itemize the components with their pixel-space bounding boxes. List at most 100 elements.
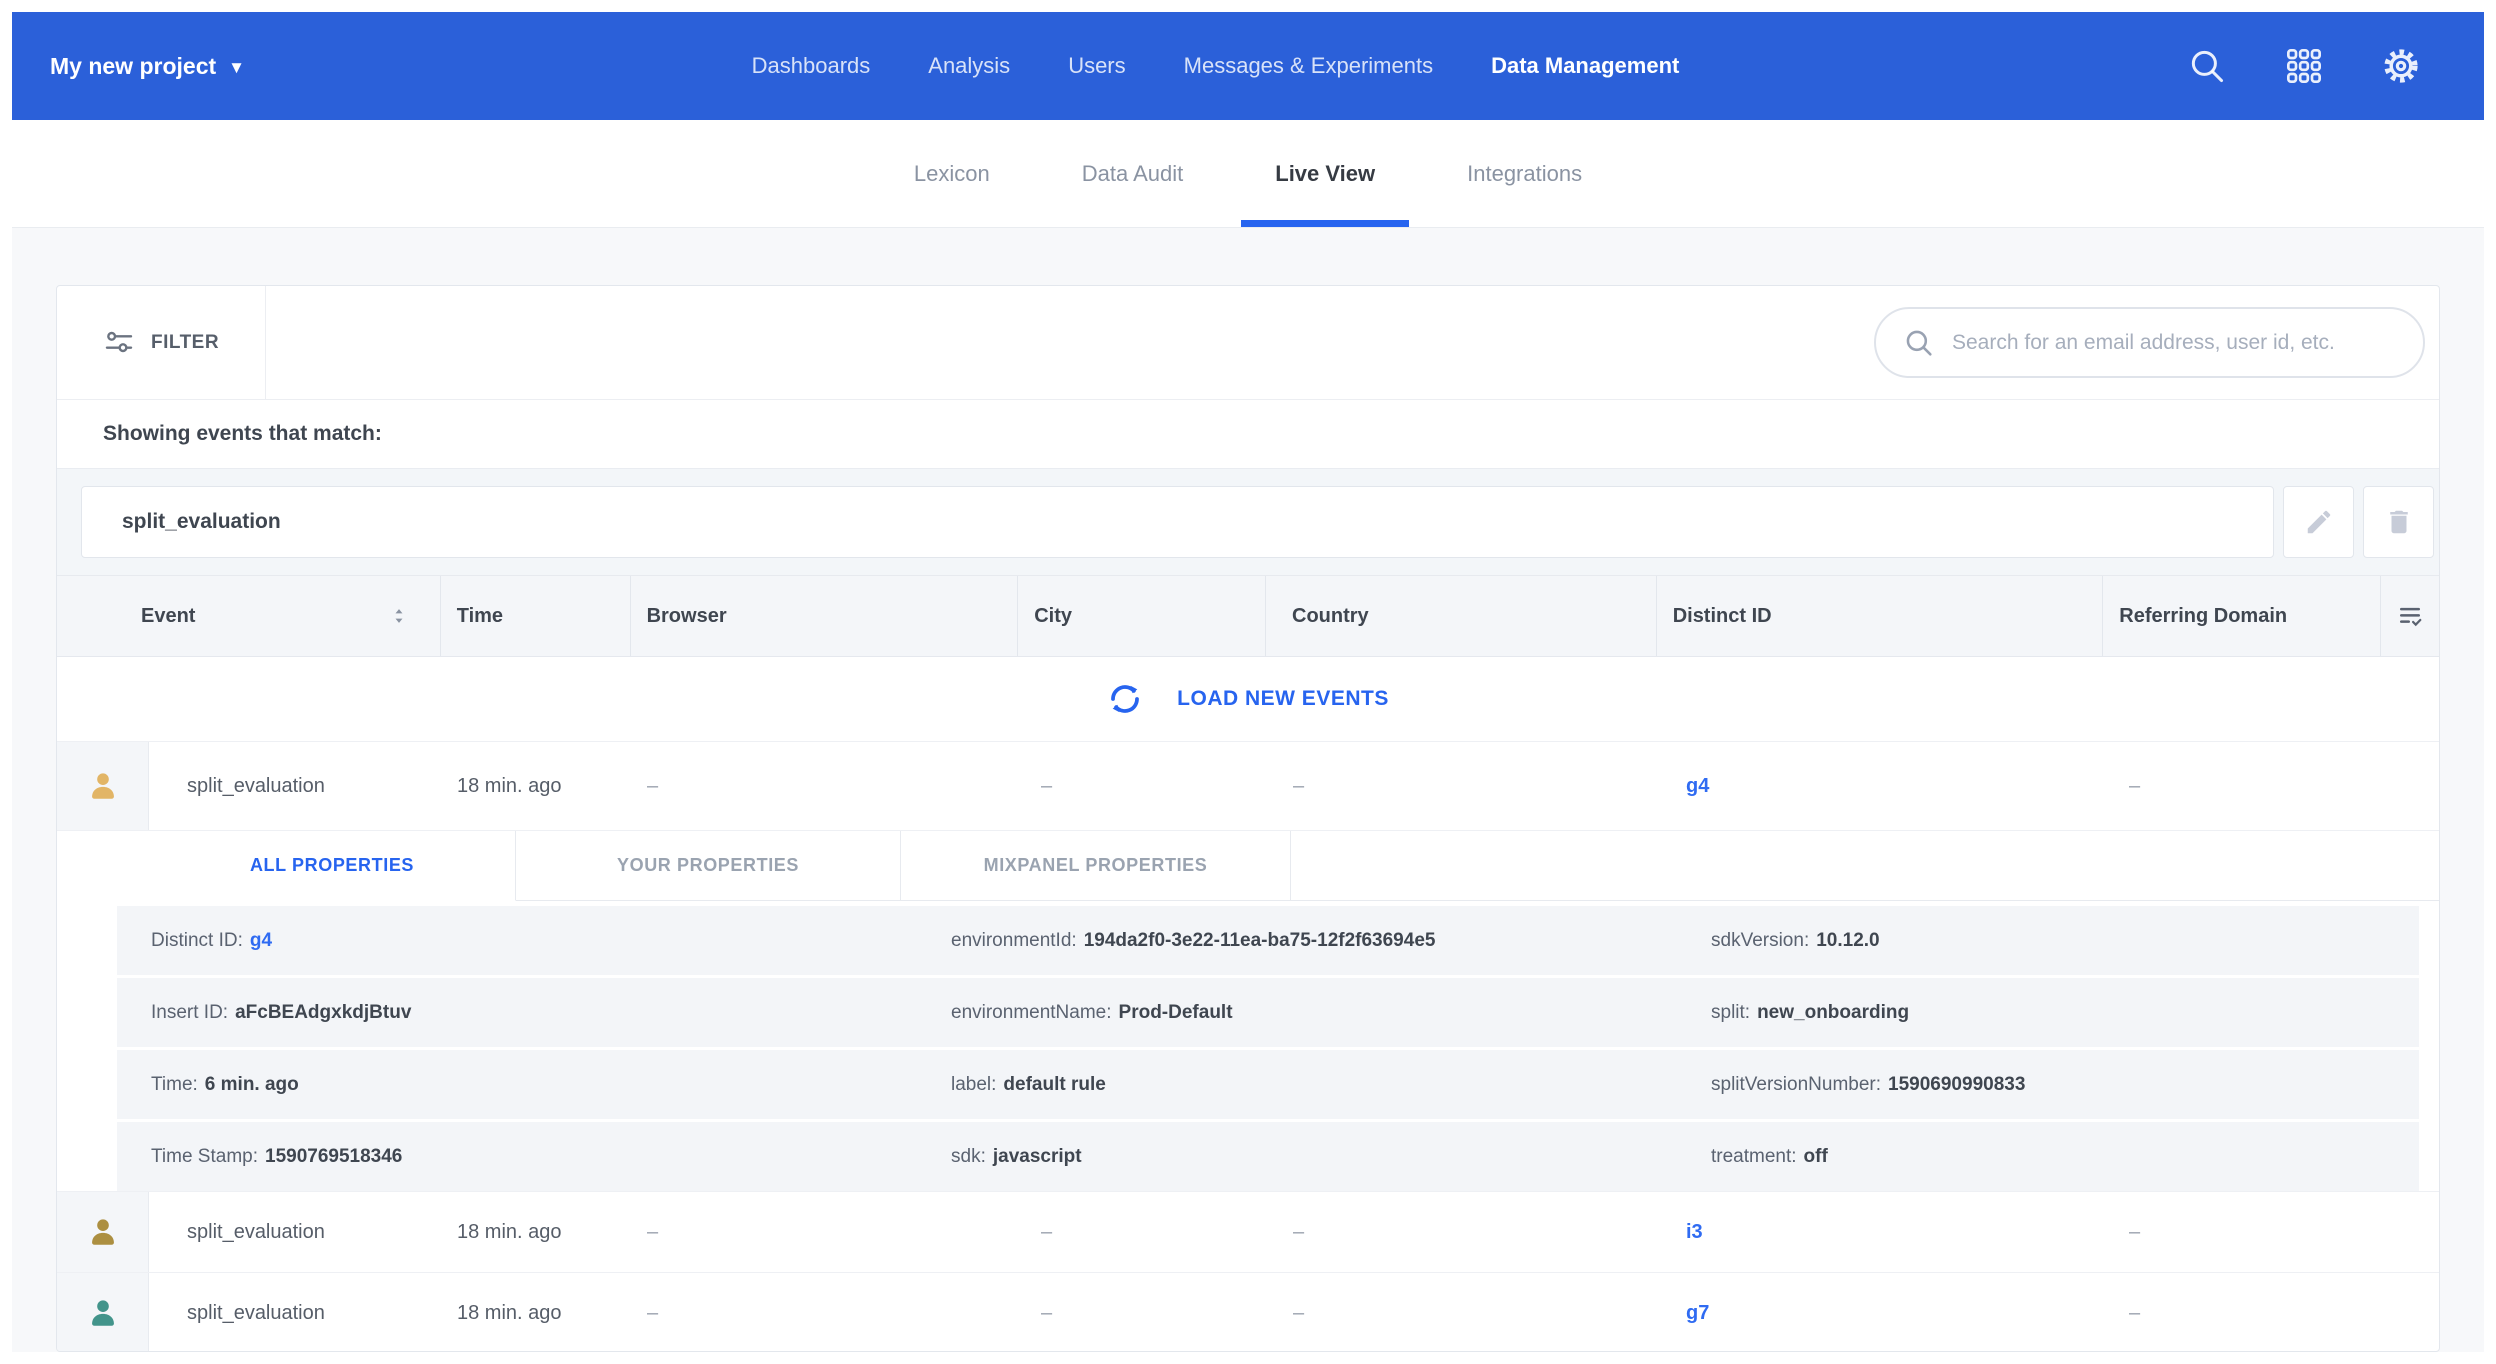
row-gutter — [57, 1192, 149, 1272]
property-row: Time:6 min. ago label:default rule split… — [117, 1050, 2419, 1119]
event-row[interactable]: split_evaluation 18 min. ago – – – g4 – — [57, 742, 2439, 831]
nav-item-data-management[interactable]: Data Management — [1491, 53, 1679, 79]
cell-event: split_evaluation — [149, 1192, 441, 1272]
tab-mixpanel-properties[interactable]: MIXPANEL PROPERTIES — [901, 831, 1291, 901]
property-row: Distinct ID:g4 environmentId:194da2f0-3e… — [117, 906, 2419, 975]
filter-chip-band: split_evaluation — [57, 468, 2439, 576]
column-settings-icon — [2395, 601, 2425, 631]
nav-item-analysis[interactable]: Analysis — [928, 53, 1010, 79]
column-header-event[interactable]: Event — [57, 576, 441, 656]
property: sdk:javascript — [951, 1146, 1711, 1168]
apps-grid-icon[interactable] — [2284, 46, 2324, 86]
distinct-id-link[interactable]: g4 — [1686, 775, 1709, 798]
event-row[interactable]: split_evaluation 18 min. ago – – – i3 – — [57, 1192, 2439, 1273]
filter-bar: FILTER — [57, 286, 2439, 400]
column-header-referring-domain[interactable]: Referring Domain — [2103, 576, 2381, 656]
property: treatment:off — [1711, 1146, 2419, 1168]
distinct-id-link[interactable]: i3 — [1686, 1221, 1703, 1244]
cell-browser: – — [631, 1192, 1019, 1272]
user-avatar-icon — [86, 769, 120, 803]
distinct-id-link[interactable]: g4 — [250, 930, 272, 951]
property: environmentName:Prod-Default — [951, 1002, 1711, 1024]
column-header-browser[interactable]: Browser — [631, 576, 1019, 656]
event-search — [1874, 307, 2425, 378]
property: label:default rule — [951, 1074, 1711, 1096]
nav-item-users[interactable]: Users — [1068, 53, 1125, 79]
tab-your-properties[interactable]: YOUR PROPERTIES — [516, 831, 901, 901]
property: sdkVersion:10.12.0 — [1711, 930, 2419, 952]
chevron-down-icon: ▼ — [228, 58, 245, 78]
tab-live-view[interactable]: Live View — [1275, 120, 1375, 227]
main-area: FILTER Showing events that match: split_… — [12, 228, 2484, 1352]
user-avatar-icon — [86, 1215, 120, 1249]
event-filter-chip[interactable]: split_evaluation — [81, 486, 2274, 558]
cell-distinct-id: g4 — [1658, 742, 2105, 830]
row-gutter — [57, 1273, 149, 1352]
filter-button[interactable]: FILTER — [57, 286, 266, 399]
subnav-tabs: Lexicon Data Audit Live View Integration… — [12, 120, 2484, 228]
cell-time: 18 min. ago — [441, 1273, 631, 1352]
cell-city: – — [1019, 1273, 1267, 1352]
properties-tabs: ALL PROPERTIES YOUR PROPERTIES MIXPANEL … — [149, 831, 2439, 901]
main-nav: Dashboards Analysis Users Messages & Exp… — [245, 53, 2186, 79]
cell-referring-domain: – — [2105, 1273, 2383, 1352]
load-new-events-label: LOAD NEW EVENTS — [1177, 687, 1389, 711]
property-row: Insert ID:aFcBEAdgxkdjBtuv environmentNa… — [117, 978, 2419, 1047]
cell-country: – — [1267, 742, 1658, 830]
column-header-distinct-id[interactable]: Distinct ID — [1657, 576, 2104, 656]
cell-event: split_evaluation — [149, 742, 441, 830]
events-table-header: Event Time Browser City Country Distinct… — [57, 576, 2439, 657]
nav-icons — [2186, 45, 2422, 87]
cell-city: – — [1019, 1192, 1267, 1272]
search-input[interactable] — [1952, 331, 2397, 355]
search-icon[interactable] — [2186, 45, 2228, 87]
top-navbar: My new project ▼ Dashboards Analysis Use… — [12, 12, 2484, 120]
property: Distinct ID:g4 — [151, 930, 951, 952]
cell-country: – — [1267, 1273, 1658, 1352]
page: My new project ▼ Dashboards Analysis Use… — [0, 0, 2496, 1364]
property: environmentId:194da2f0-3e22-11ea-ba75-12… — [951, 930, 1711, 952]
cell-referring-domain: – — [2105, 1192, 2383, 1272]
project-switcher[interactable]: My new project ▼ — [50, 53, 245, 80]
tab-data-audit[interactable]: Data Audit — [1082, 120, 1184, 227]
column-header-country[interactable]: Country — [1266, 576, 1657, 656]
property: Time Stamp:1590769518346 — [151, 1146, 951, 1168]
property: split:new_onboarding — [1711, 1002, 2419, 1024]
column-header-city[interactable]: City — [1018, 576, 1266, 656]
properties-tabs-filler — [1291, 831, 2439, 901]
cell-distinct-id: i3 — [1658, 1192, 2105, 1272]
search-icon — [1902, 326, 1936, 360]
property: Insert ID:aFcBEAdgxkdjBtuv — [151, 1002, 951, 1024]
property: splitVersionNumber:1590690990833 — [1711, 1074, 2419, 1096]
distinct-id-link[interactable]: g7 — [1686, 1302, 1709, 1325]
tab-lexicon[interactable]: Lexicon — [914, 120, 990, 227]
nav-item-messages-experiments[interactable]: Messages & Experiments — [1184, 53, 1433, 79]
cell-time: 18 min. ago — [441, 742, 631, 830]
user-avatar-icon — [86, 1296, 120, 1330]
load-new-events-button[interactable]: LOAD NEW EVENTS — [57, 657, 2439, 742]
row-gutter — [57, 742, 149, 830]
tab-all-properties[interactable]: ALL PROPERTIES — [149, 831, 516, 901]
column-header-time[interactable]: Time — [441, 576, 631, 656]
cell-distinct-id: g7 — [1658, 1273, 2105, 1352]
edit-filter-button[interactable] — [2283, 486, 2354, 558]
settings-gear-icon[interactable] — [2380, 45, 2422, 87]
cell-country: – — [1267, 1192, 1658, 1272]
nav-item-dashboards[interactable]: Dashboards — [752, 53, 871, 79]
tab-integrations[interactable]: Integrations — [1467, 120, 1582, 227]
cell-event: split_evaluation — [149, 1273, 441, 1352]
property: Time:6 min. ago — [151, 1074, 951, 1096]
delete-filter-button[interactable] — [2363, 486, 2434, 558]
live-view-card: FILTER Showing events that match: split_… — [56, 285, 2440, 1352]
refresh-icon — [1107, 681, 1143, 717]
column-settings-button[interactable] — [2381, 576, 2439, 656]
cell-city: – — [1019, 742, 1267, 830]
sort-icon — [388, 605, 410, 627]
event-row[interactable]: split_evaluation 18 min. ago – – – g7 – — [57, 1273, 2439, 1352]
filter-label: FILTER — [151, 332, 219, 354]
filter-sliders-icon — [103, 327, 135, 359]
properties-list: Distinct ID:g4 environmentId:194da2f0-3e… — [57, 901, 2439, 1191]
cell-time: 18 min. ago — [441, 1192, 631, 1272]
cell-browser: – — [631, 742, 1019, 830]
trash-icon — [2384, 507, 2414, 537]
